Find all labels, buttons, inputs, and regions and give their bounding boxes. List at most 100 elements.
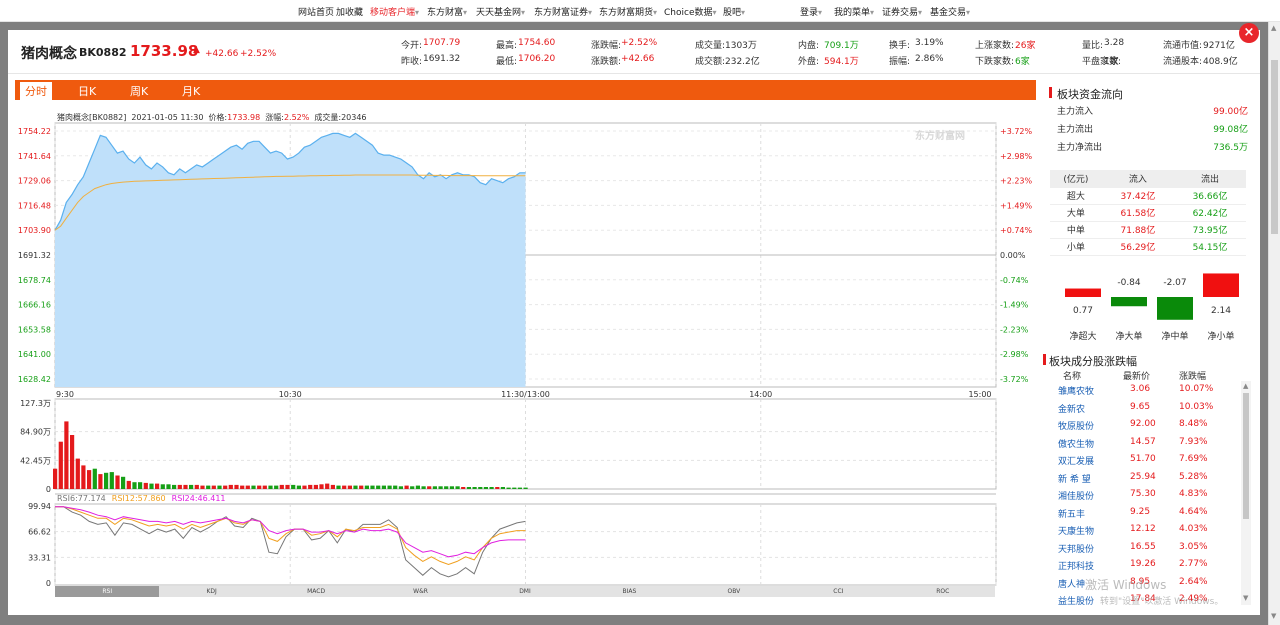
tab-3[interactable]: 月K: [182, 83, 200, 99]
stat-label: 最高:: [496, 41, 518, 51]
stock-price: 9.65: [1130, 401, 1151, 412]
stock-name[interactable]: 天康生物: [1058, 524, 1094, 537]
stock-name[interactable]: 益生股份: [1058, 594, 1094, 607]
price-tick-label: 1628.42: [18, 375, 51, 384]
stock-price: 51.70: [1130, 454, 1156, 464]
stock-row[interactable]: 傲农生物 14.57 7.93%: [1048, 434, 1240, 452]
stock-pct: 7.93%: [1179, 436, 1208, 447]
volume-bar: [183, 484, 188, 489]
stock-pct: 3.05%: [1179, 541, 1208, 552]
volume-bar: [330, 484, 335, 489]
stocks-scroll-down-icon[interactable]: ▼: [1243, 594, 1248, 602]
volume-bar: [478, 487, 483, 489]
stock-name[interactable]: 正邦科技: [1058, 559, 1094, 572]
logo-watermark: 东方财富网: [915, 129, 965, 142]
topnav-right-link-2[interactable]: 证券交易▾: [882, 5, 922, 18]
net-flow-bar: [1157, 297, 1193, 320]
stock-row[interactable]: 正邦科技 19.26 2.77%: [1048, 556, 1240, 574]
stat-label: 内盘:: [798, 41, 820, 51]
volume-bar: [291, 484, 296, 489]
stock-row[interactable]: 湘佳股份 75.30 4.83%: [1048, 486, 1240, 504]
tab-1[interactable]: 日K: [78, 83, 96, 99]
stocks-scrollbar[interactable]: ▲ ▼: [1241, 381, 1251, 605]
stock-row[interactable]: 新 希 望 25.94 5.28%: [1048, 469, 1240, 487]
volume-bar: [364, 485, 369, 489]
topnav-label: 加收藏: [336, 8, 364, 18]
topnav-link-7[interactable]: Choice数据▾: [664, 5, 717, 18]
topnav-link-6[interactable]: 东方财富期货▾: [599, 5, 657, 18]
volume-bar: [274, 485, 279, 489]
price-tick-label: 1754.22: [18, 127, 51, 136]
pct-tick-label: -2.23%: [1000, 325, 1029, 334]
stock-price: 12.12: [1130, 524, 1156, 534]
chevron-down-icon: ▾: [741, 8, 746, 17]
page-scrollbar-thumb[interactable]: [1271, 60, 1278, 234]
volume-bar: [104, 472, 109, 489]
volume-bar: [81, 465, 86, 489]
price-up-arrow-icon: ▲: [193, 45, 200, 55]
stock-name[interactable]: 傲农生物: [1058, 437, 1094, 450]
chart-info-name: 猪肉概念[BK0882]: [57, 112, 126, 122]
stock-row[interactable]: 新五丰 9.25 4.64%: [1048, 504, 1240, 522]
stock-name[interactable]: 天邦股份: [1058, 542, 1094, 555]
volume-bar: [251, 485, 256, 489]
indicator-tab-kdj[interactable]: KDJ: [159, 586, 263, 597]
indicator-tab-dmi[interactable]: DMI: [473, 586, 577, 597]
stock-row[interactable]: 牧原股份 92.00 8.48%: [1048, 416, 1240, 434]
topnav-right-link-0[interactable]: 登录▾: [800, 5, 822, 18]
topnav-right-link-1[interactable]: 我的菜单▾: [834, 5, 874, 18]
index-change: +42.66: [205, 49, 239, 59]
stock-row[interactable]: 雏鹰农牧 3.06 10.07%: [1048, 381, 1240, 399]
indicator-tab-roc[interactable]: ROC: [891, 586, 995, 597]
topnav-link-4[interactable]: 天天基金网▾: [476, 5, 525, 18]
indicator-tab-wr[interactable]: W&R: [368, 586, 472, 597]
stock-name[interactable]: 新 希 望: [1058, 472, 1091, 485]
stock-name[interactable]: 新五丰: [1058, 507, 1085, 520]
stock-name[interactable]: 双汇发展: [1058, 454, 1094, 467]
topnav-link-2[interactable]: 移动客户端▾: [370, 5, 419, 18]
indicator-tab-rsi[interactable]: RSI: [55, 586, 160, 597]
scroll-up-icon[interactable]: ▲: [1271, 24, 1276, 32]
price-tick-label: 1641.00: [18, 350, 51, 359]
scroll-down-icon[interactable]: ▼: [1271, 612, 1276, 620]
stocks-scrollbar-thumb[interactable]: [1243, 393, 1249, 519]
volume-bar: [189, 484, 194, 489]
stock-name[interactable]: 金新农: [1058, 402, 1085, 415]
page-scrollbar[interactable]: ▲ ▼: [1268, 22, 1280, 625]
indicator-tab-cci[interactable]: CCI: [786, 586, 890, 597]
volume-bar: [160, 484, 165, 489]
stocks-scroll-up-icon[interactable]: ▲: [1243, 382, 1248, 390]
stock-row[interactable]: 天邦股份 16.55 3.05%: [1048, 539, 1240, 557]
stock-name[interactable]: 雏鹰农牧: [1058, 384, 1094, 397]
flow-table-row: 中单 71.88亿 73.95亿: [1050, 221, 1246, 239]
price-tick-label: 1741.64: [18, 152, 51, 161]
stock-name[interactable]: 牧原股份: [1058, 419, 1094, 432]
stock-row[interactable]: 金新农 9.65 10.03%: [1048, 399, 1240, 417]
stock-row[interactable]: 双汇发展 51.70 7.69%: [1048, 451, 1240, 469]
chevron-down-icon: ▾: [463, 8, 468, 17]
tab-0[interactable]: 分时: [20, 82, 52, 100]
topnav-label: 证券交易: [882, 8, 919, 18]
stock-name[interactable]: 唐人神: [1058, 577, 1085, 590]
stat-label: 外盘:: [798, 57, 820, 67]
price-tick-label: 1716.48: [18, 201, 51, 210]
flow-row-value: 99.08亿: [1213, 125, 1248, 135]
volume-bar: [336, 485, 341, 489]
topnav-link-1[interactable]: 加收藏: [336, 5, 363, 18]
volume-bar: [245, 485, 250, 489]
indicator-tab-bias[interactable]: BIAS: [577, 586, 681, 597]
flow-row-label: 主力净流出: [1057, 143, 1103, 153]
indicator-tab-obv[interactable]: OBV: [682, 586, 786, 597]
indicator-tab-macd[interactable]: MACD: [264, 586, 368, 597]
topnav-link-8[interactable]: 股吧▾: [723, 5, 745, 18]
stock-row[interactable]: 天康生物 12.12 4.03%: [1048, 521, 1240, 539]
volume-tick-label: 127.3万: [20, 399, 51, 408]
topnav-link-3[interactable]: 东方财富▾: [427, 5, 467, 18]
topnav-link-0[interactable]: 网站首页: [298, 5, 334, 18]
flow-cell-label: 小单: [1050, 238, 1102, 256]
tab-2[interactable]: 周K: [130, 83, 148, 99]
topnav-link-5[interactable]: 东方财富证券▾: [534, 5, 592, 18]
stat-label: 涨跌幅:: [591, 41, 622, 51]
stock-name[interactable]: 湘佳股份: [1058, 489, 1094, 502]
topnav-right-link-3[interactable]: 基金交易▾: [930, 5, 970, 18]
